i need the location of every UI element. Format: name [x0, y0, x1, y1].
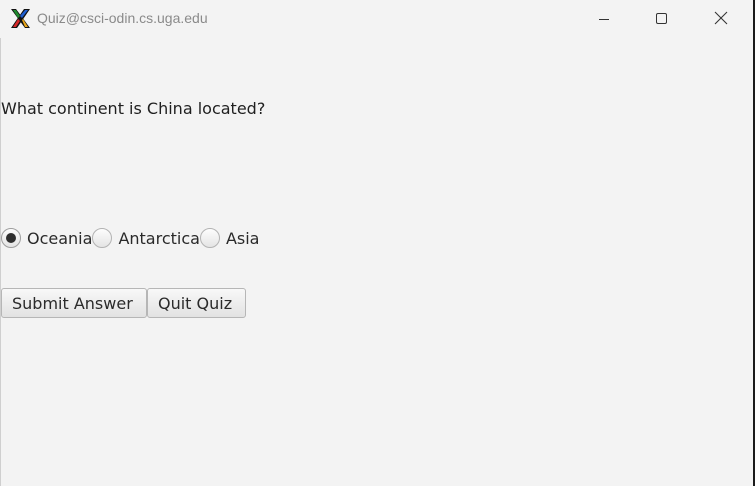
option-label: Antarctica — [118, 228, 200, 248]
close-button[interactable] — [692, 0, 750, 38]
minimize-icon — [598, 10, 610, 29]
submit-answer-button[interactable]: Submit Answer — [1, 288, 147, 318]
radio-button[interactable] — [199, 228, 220, 248]
quiz-window: Quiz@csci-odin.cs.uga.edu What continent… — [0, 0, 755, 486]
quit-quiz-button[interactable]: Quit Quiz — [147, 288, 246, 318]
x11-logo-icon — [10, 8, 31, 29]
option-antarctica[interactable]: Antarctica — [92, 226, 200, 250]
answer-options: Oceania Antarctica Asia — [1, 226, 259, 250]
minimize-button[interactable] — [575, 0, 633, 38]
radio-button[interactable] — [92, 228, 113, 248]
option-label: Oceania — [27, 228, 93, 248]
title-bar[interactable]: Quiz@csci-odin.cs.uga.edu — [0, 0, 753, 38]
maximize-icon — [656, 10, 668, 29]
maximize-button[interactable] — [633, 0, 691, 38]
option-label: Asia — [225, 228, 260, 248]
action-buttons: Submit Answer Quit Quiz — [1, 288, 246, 318]
option-asia[interactable]: Asia — [199, 226, 260, 250]
close-icon — [714, 10, 728, 29]
window-title: Quiz@csci-odin.cs.uga.edu — [37, 10, 208, 26]
question-text: What continent is China located? — [1, 99, 266, 118]
option-oceania[interactable]: Oceania — [1, 226, 92, 250]
radio-button-selected[interactable] — [1, 228, 21, 248]
